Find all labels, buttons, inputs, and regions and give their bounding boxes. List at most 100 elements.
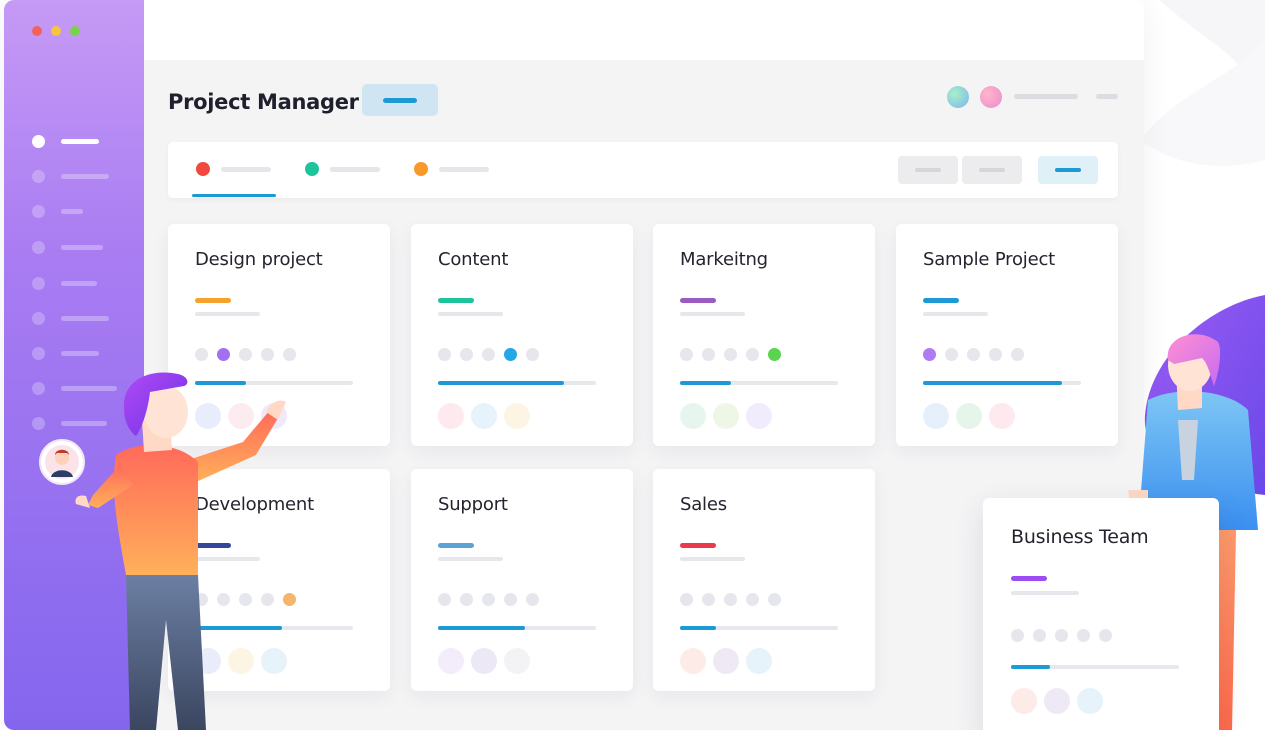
member-avatar[interactable] [989, 403, 1015, 429]
user-avatar-2[interactable] [980, 86, 1002, 108]
card-title: Markeitng [680, 249, 768, 270]
filter-tab-3[interactable] [414, 162, 489, 176]
card-status-dots [195, 348, 296, 361]
button-label-placeholder [979, 168, 1005, 172]
card-progress-track [438, 381, 596, 385]
card-title: Design project [195, 249, 323, 270]
card-title: Sample Project [923, 249, 1055, 270]
card-subtitle-placeholder [438, 312, 503, 316]
sidebar-item-dot [32, 276, 45, 290]
member-avatar[interactable] [713, 648, 739, 674]
card-status-dots [680, 348, 781, 361]
card-subtitle-placeholder [680, 312, 745, 316]
status-dot [1011, 629, 1024, 642]
tab-color-dot [305, 162, 319, 176]
status-dot [504, 593, 517, 606]
card-accent-bar [438, 543, 474, 548]
sidebar-item-1[interactable] [32, 134, 99, 148]
sidebar-item-3[interactable] [32, 204, 83, 218]
card-subtitle-placeholder [1011, 591, 1079, 595]
project-card[interactable]: Markeitng [653, 224, 875, 446]
toolbar-button-2[interactable] [962, 156, 1022, 184]
card-member-avatars [680, 648, 772, 674]
sidebar-item-7[interactable] [32, 346, 99, 360]
status-dot [261, 348, 274, 361]
member-avatar[interactable] [746, 403, 772, 429]
tab-label-placeholder [221, 166, 271, 172]
card-progress-track [923, 381, 1081, 385]
person-pointing-illustration [39, 372, 286, 730]
member-avatar[interactable] [438, 648, 464, 674]
tab-label-placeholder [330, 166, 380, 172]
project-card[interactable]: Sample Project [896, 224, 1118, 446]
member-avatar[interactable] [680, 648, 706, 674]
card-title: Support [438, 494, 508, 515]
member-avatar[interactable] [956, 403, 982, 429]
card-status-dots [438, 348, 539, 361]
member-avatar[interactable] [713, 403, 739, 429]
sidebar-item-5[interactable] [32, 276, 97, 290]
status-dot [239, 348, 252, 361]
sidebar-item-label-placeholder [61, 208, 83, 214]
status-dot [1077, 629, 1090, 642]
member-avatar[interactable] [471, 403, 497, 429]
header-action-label-placeholder [383, 97, 417, 103]
project-card[interactable]: Support [411, 469, 633, 691]
status-dot [923, 348, 936, 361]
status-dot [1011, 348, 1024, 361]
close-window-button[interactable] [32, 26, 42, 36]
status-dot [746, 593, 759, 606]
business-team-card[interactable]: Business Team [983, 498, 1219, 730]
member-avatar[interactable] [504, 648, 530, 674]
toolbar-primary-button[interactable] [1038, 156, 1098, 184]
member-avatar[interactable] [504, 403, 530, 429]
status-dot [724, 593, 737, 606]
card-accent-bar [1011, 576, 1047, 581]
card-status-dots [680, 593, 781, 606]
status-dot [217, 348, 230, 361]
card-accent-bar [438, 298, 474, 303]
project-card[interactable]: Sales [653, 469, 875, 691]
member-avatar[interactable] [438, 403, 464, 429]
member-avatar[interactable] [680, 403, 706, 429]
card-progress-fill [680, 381, 731, 385]
sidebar-item-dot [32, 311, 45, 325]
filter-tab-2[interactable] [305, 162, 380, 176]
member-avatar[interactable] [1044, 688, 1070, 714]
toolbar-button-1[interactable] [898, 156, 958, 184]
status-dot [945, 348, 958, 361]
member-avatar[interactable] [746, 648, 772, 674]
status-dot [482, 348, 495, 361]
sidebar-item-label-placeholder [61, 315, 109, 321]
status-dot [438, 593, 451, 606]
sidebar-item-4[interactable] [32, 240, 103, 254]
status-dot [702, 593, 715, 606]
button-label-placeholder [915, 168, 941, 172]
page-title: Project Manager [168, 90, 359, 114]
card-title: Sales [680, 494, 727, 515]
sidebar-item-2[interactable] [32, 169, 109, 183]
card-accent-bar [923, 298, 959, 303]
member-avatar[interactable] [1077, 688, 1103, 714]
minimize-window-button[interactable] [51, 26, 61, 36]
sidebar-item-6[interactable] [32, 311, 109, 325]
sidebar-item-label-placeholder [61, 173, 109, 179]
button-label-placeholder [1055, 168, 1081, 172]
card-progress-fill [1011, 665, 1050, 669]
project-card[interactable]: Content [411, 224, 633, 446]
maximize-window-button[interactable] [70, 26, 80, 36]
sidebar-item-dot [32, 169, 45, 183]
status-dot [1033, 629, 1046, 642]
menu-placeholder[interactable] [1096, 94, 1118, 99]
member-avatar[interactable] [1011, 688, 1037, 714]
status-dot [746, 348, 759, 361]
card-progress-fill [438, 381, 565, 385]
user-avatar-1[interactable] [947, 86, 969, 108]
filter-tab-1[interactable] [196, 162, 271, 176]
member-avatar[interactable] [923, 403, 949, 429]
member-avatar[interactable] [471, 648, 497, 674]
user-name-placeholder [1014, 94, 1078, 99]
card-title: Business Team [1011, 526, 1149, 548]
header-action-button[interactable] [362, 84, 438, 116]
card-member-avatars [680, 403, 772, 429]
